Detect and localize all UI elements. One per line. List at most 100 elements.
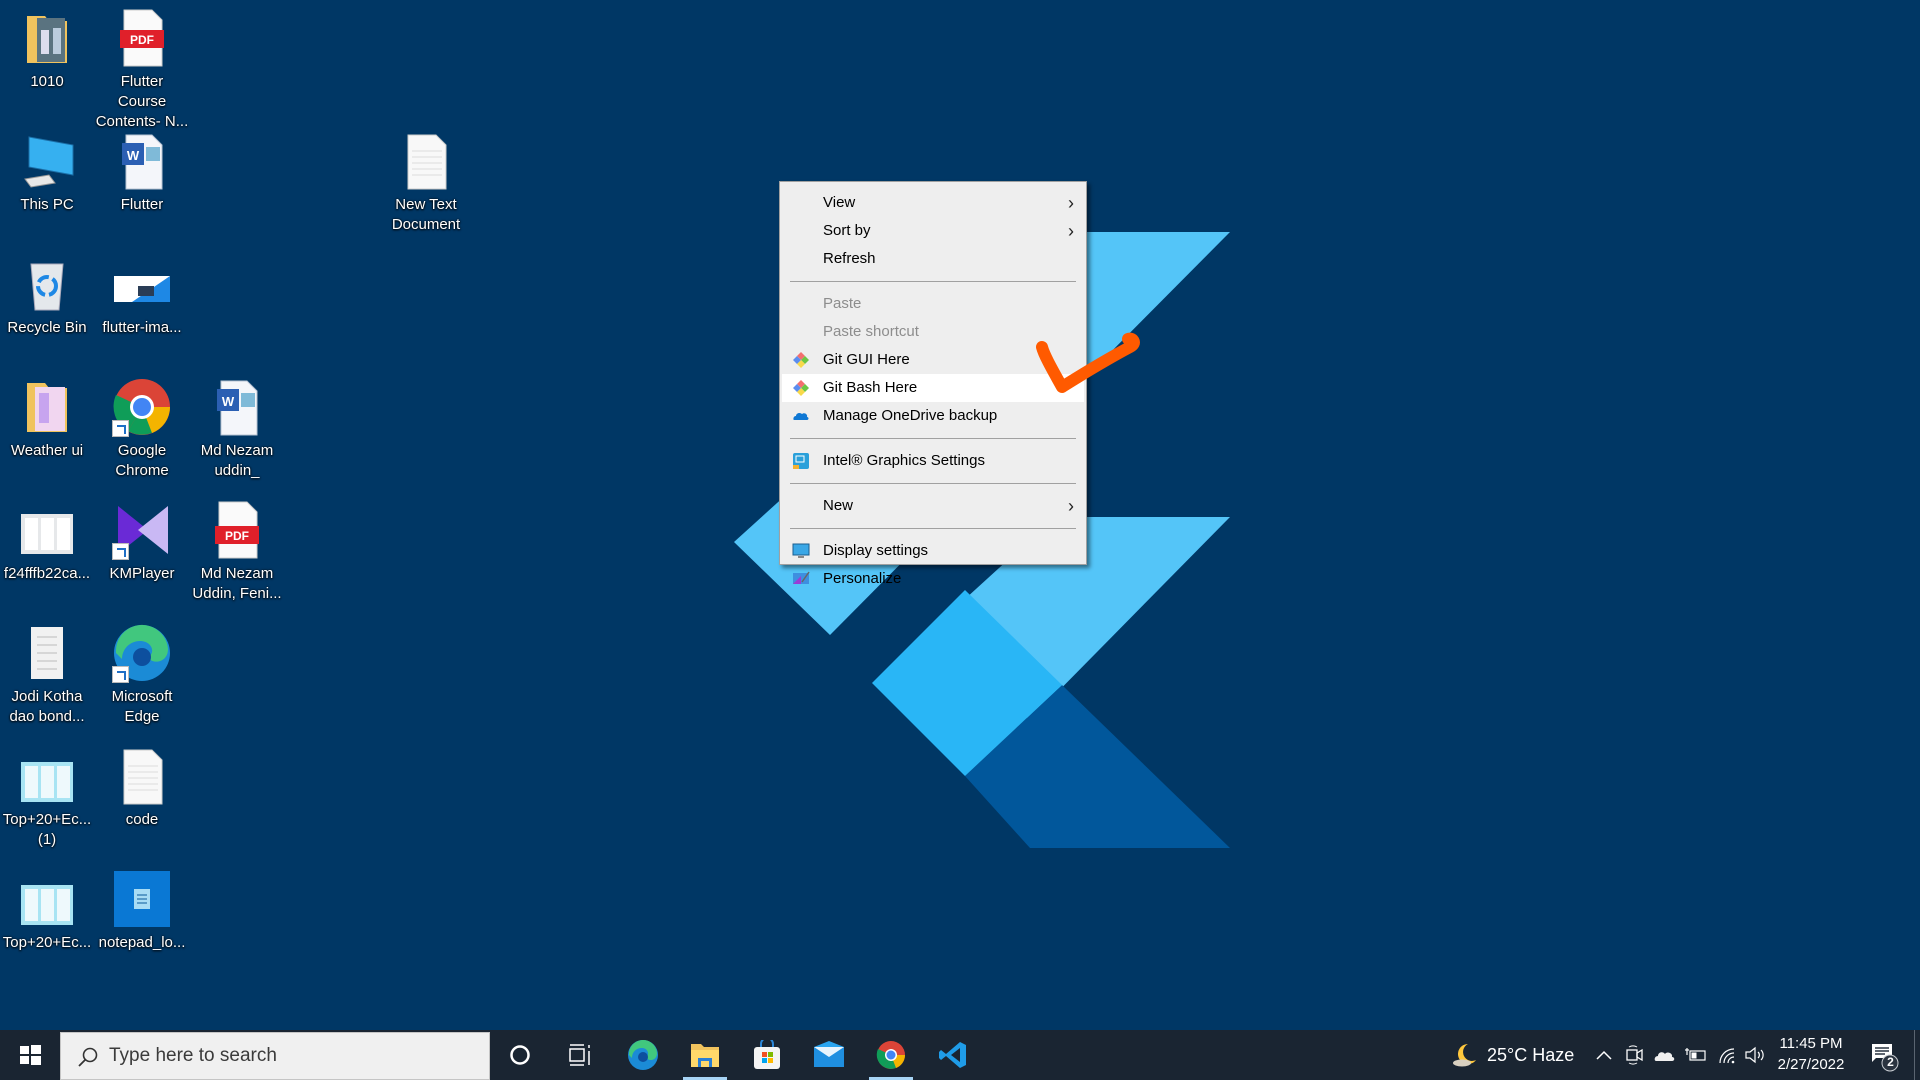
notification-count-badge: 2 [1887, 1055, 1894, 1069]
menu-item-display-settings[interactable]: Display settings [782, 537, 1084, 565]
desktop-icon-label: notepad_lo... [98, 934, 186, 951]
desktop-icon-1010[interactable]: 1010 [0, 8, 94, 92]
taskbar-cortana-button[interactable] [490, 1030, 550, 1080]
chevron-right-icon: › [1068, 221, 1074, 241]
task-view-icon [569, 1044, 590, 1066]
desktop-icon-code[interactable]: code [95, 746, 189, 830]
desktop-icon-f24fffb22ca[interactable]: f24fffb22ca... [0, 500, 94, 584]
taskbar-chrome-button[interactable] [861, 1030, 921, 1080]
show-desktop-button[interactable] [1914, 1030, 1920, 1080]
svg-text:W: W [222, 394, 235, 409]
wifi-button[interactable] [1713, 1030, 1741, 1080]
onedrive-icon [793, 412, 809, 420]
weather-text[interactable]: 25°C Haze [1487, 1030, 1577, 1080]
onedrive-icon [1654, 1052, 1675, 1061]
taskbar-mail-button[interactable] [799, 1030, 859, 1080]
desktop-icon-flutter-doc[interactable]: W Flutter [95, 131, 189, 215]
menu-item-refresh[interactable]: Refresh [782, 245, 1084, 273]
search-icon [78, 1047, 98, 1067]
desktop-icon-microsoft-edge[interactable]: Microsoft Edge [95, 623, 189, 727]
battery-button[interactable] [1681, 1030, 1711, 1080]
desktop-icon-label: Weather ui [10, 442, 84, 459]
desktop-icon-kmplayer[interactable]: KMPlayer [95, 500, 189, 584]
menu-item-label: Manage OneDrive backup [823, 407, 998, 424]
action-center-button[interactable]: 2 [1860, 1030, 1910, 1080]
desktop-icon-weather-ui[interactable]: Weather ui [0, 377, 94, 461]
desktop-icon-flutter-course-pdf[interactable]: PDF Flutter Course Contents- N... [95, 8, 189, 132]
menu-item-view[interactable]: View › [782, 189, 1084, 217]
desktop-icon-top20[interactable]: Top+20+Ec... [0, 869, 94, 953]
desktop-icon-jodi-kotha[interactable]: Jodi Kotha dao bond... [0, 623, 94, 727]
desktop-icon-label: Recycle Bin [7, 319, 87, 336]
menu-separator [790, 483, 1076, 484]
svg-text:PDF: PDF [225, 529, 249, 543]
clock-time: 11:45 PM [1779, 1035, 1843, 1052]
menu-item-label: Git Bash Here [823, 379, 918, 396]
taskbar-file-explorer-button[interactable] [675, 1030, 735, 1080]
start-button[interactable] [0, 1030, 60, 1080]
show-hidden-icons-button[interactable] [1590, 1030, 1618, 1080]
desktop-icon-label: Microsoft Edge [111, 688, 173, 725]
folder-photo-icon [17, 8, 77, 68]
weather-temperature: 25°C [1487, 1044, 1528, 1065]
menu-item-manage-onedrive-backup[interactable]: Manage OneDrive backup [782, 402, 1084, 430]
menu-item-git-gui-here[interactable]: Git GUI Here [782, 346, 1084, 374]
clock-button[interactable]: 11:45 PM 2/27/2022 [1770, 1033, 1852, 1075]
desktop-icon-label: code [125, 811, 159, 828]
desktop-icon-this-pc[interactable]: This PC [0, 131, 94, 215]
git-icon [793, 352, 809, 368]
menu-item-label: Intel® Graphics Settings [823, 452, 985, 469]
desktop-icon-label: Top+20+Ec... [2, 934, 92, 951]
meet-now-button[interactable] [1621, 1030, 1649, 1080]
edge-icon [112, 623, 172, 683]
menu-item-sort-by[interactable]: Sort by › [782, 217, 1084, 245]
image-thumbnail-icon [17, 869, 77, 929]
shortcut-arrow-icon [112, 543, 129, 560]
menu-item-personalize[interactable]: Personalize [782, 565, 1084, 593]
taskbar-search-box[interactable] [60, 1032, 490, 1080]
desktop-icon-md-nezam-uddin-pdf[interactable]: PDF Md Nezam Uddin, Feni... [190, 500, 284, 604]
desktop-icon-label: Google Chrome [115, 442, 169, 479]
desktop-icon-md-nezam-uddin-doc[interactable]: W Md Nezam uddin_ [190, 377, 284, 481]
pdf-file-icon: PDF [112, 8, 172, 68]
menu-item-paste: Paste [782, 290, 1084, 318]
desktop-icon-notepad-logo[interactable]: notepad_lo... [95, 869, 189, 953]
desktop-icon-google-chrome[interactable]: Google Chrome [95, 377, 189, 481]
menu-item-git-bash-here[interactable]: Git Bash Here [782, 374, 1084, 402]
menu-item-label: Display settings [823, 542, 929, 559]
desktop-icon-top20-1[interactable]: Top+20+Ec... (1) [0, 746, 94, 850]
chevron-right-icon: › [1068, 193, 1074, 213]
folder-thumbnail-icon [17, 377, 77, 437]
menu-item-new[interactable]: New › [782, 492, 1084, 520]
edge-icon [628, 1039, 658, 1070]
shortcut-arrow-icon [112, 420, 129, 437]
desktop-icon-flutter-image[interactable]: flutter-ima... [95, 254, 189, 338]
kmplayer-icon [112, 500, 172, 560]
taskbar-store-button[interactable] [737, 1030, 797, 1080]
taskbar-task-view-button[interactable] [550, 1030, 610, 1080]
weather-button[interactable] [1448, 1030, 1484, 1080]
desktop-icon-label: flutter-ima... [102, 319, 182, 336]
desktop-icon-new-text-document[interactable]: New Text Document [379, 131, 473, 235]
battery-charging-icon [1685, 1048, 1706, 1061]
onedrive-tray-button[interactable] [1651, 1030, 1679, 1080]
menu-item-label: New [823, 497, 854, 514]
desktop-context-menu: View › Sort by › Refresh Paste Paste sho… [779, 181, 1087, 587]
desktop-icon-label: Flutter [120, 196, 164, 213]
desktop-icon-label: Md Nezam uddin_ [200, 442, 274, 479]
volume-button[interactable] [1741, 1030, 1769, 1080]
desktop-icon-recycle-bin[interactable]: Recycle Bin [0, 254, 94, 338]
svg-text:PDF: PDF [130, 33, 154, 47]
menu-separator [790, 438, 1076, 439]
word-document-icon: W [112, 131, 172, 191]
search-input[interactable] [109, 1041, 469, 1071]
menu-item-intel-graphics-settings[interactable]: Intel® Graphics Settings [782, 447, 1084, 475]
taskbar: 25°C Haze 11:45 PM 2/27/2022 2 [0, 1030, 1920, 1080]
mail-icon [814, 1041, 844, 1067]
chrome-icon [876, 1041, 905, 1069]
word-document-icon: W [207, 377, 267, 437]
taskbar-edge-button[interactable] [613, 1030, 673, 1080]
folder-icon [691, 1044, 719, 1067]
weather-condition: Haze [1532, 1044, 1575, 1065]
taskbar-vscode-button[interactable] [923, 1030, 983, 1080]
